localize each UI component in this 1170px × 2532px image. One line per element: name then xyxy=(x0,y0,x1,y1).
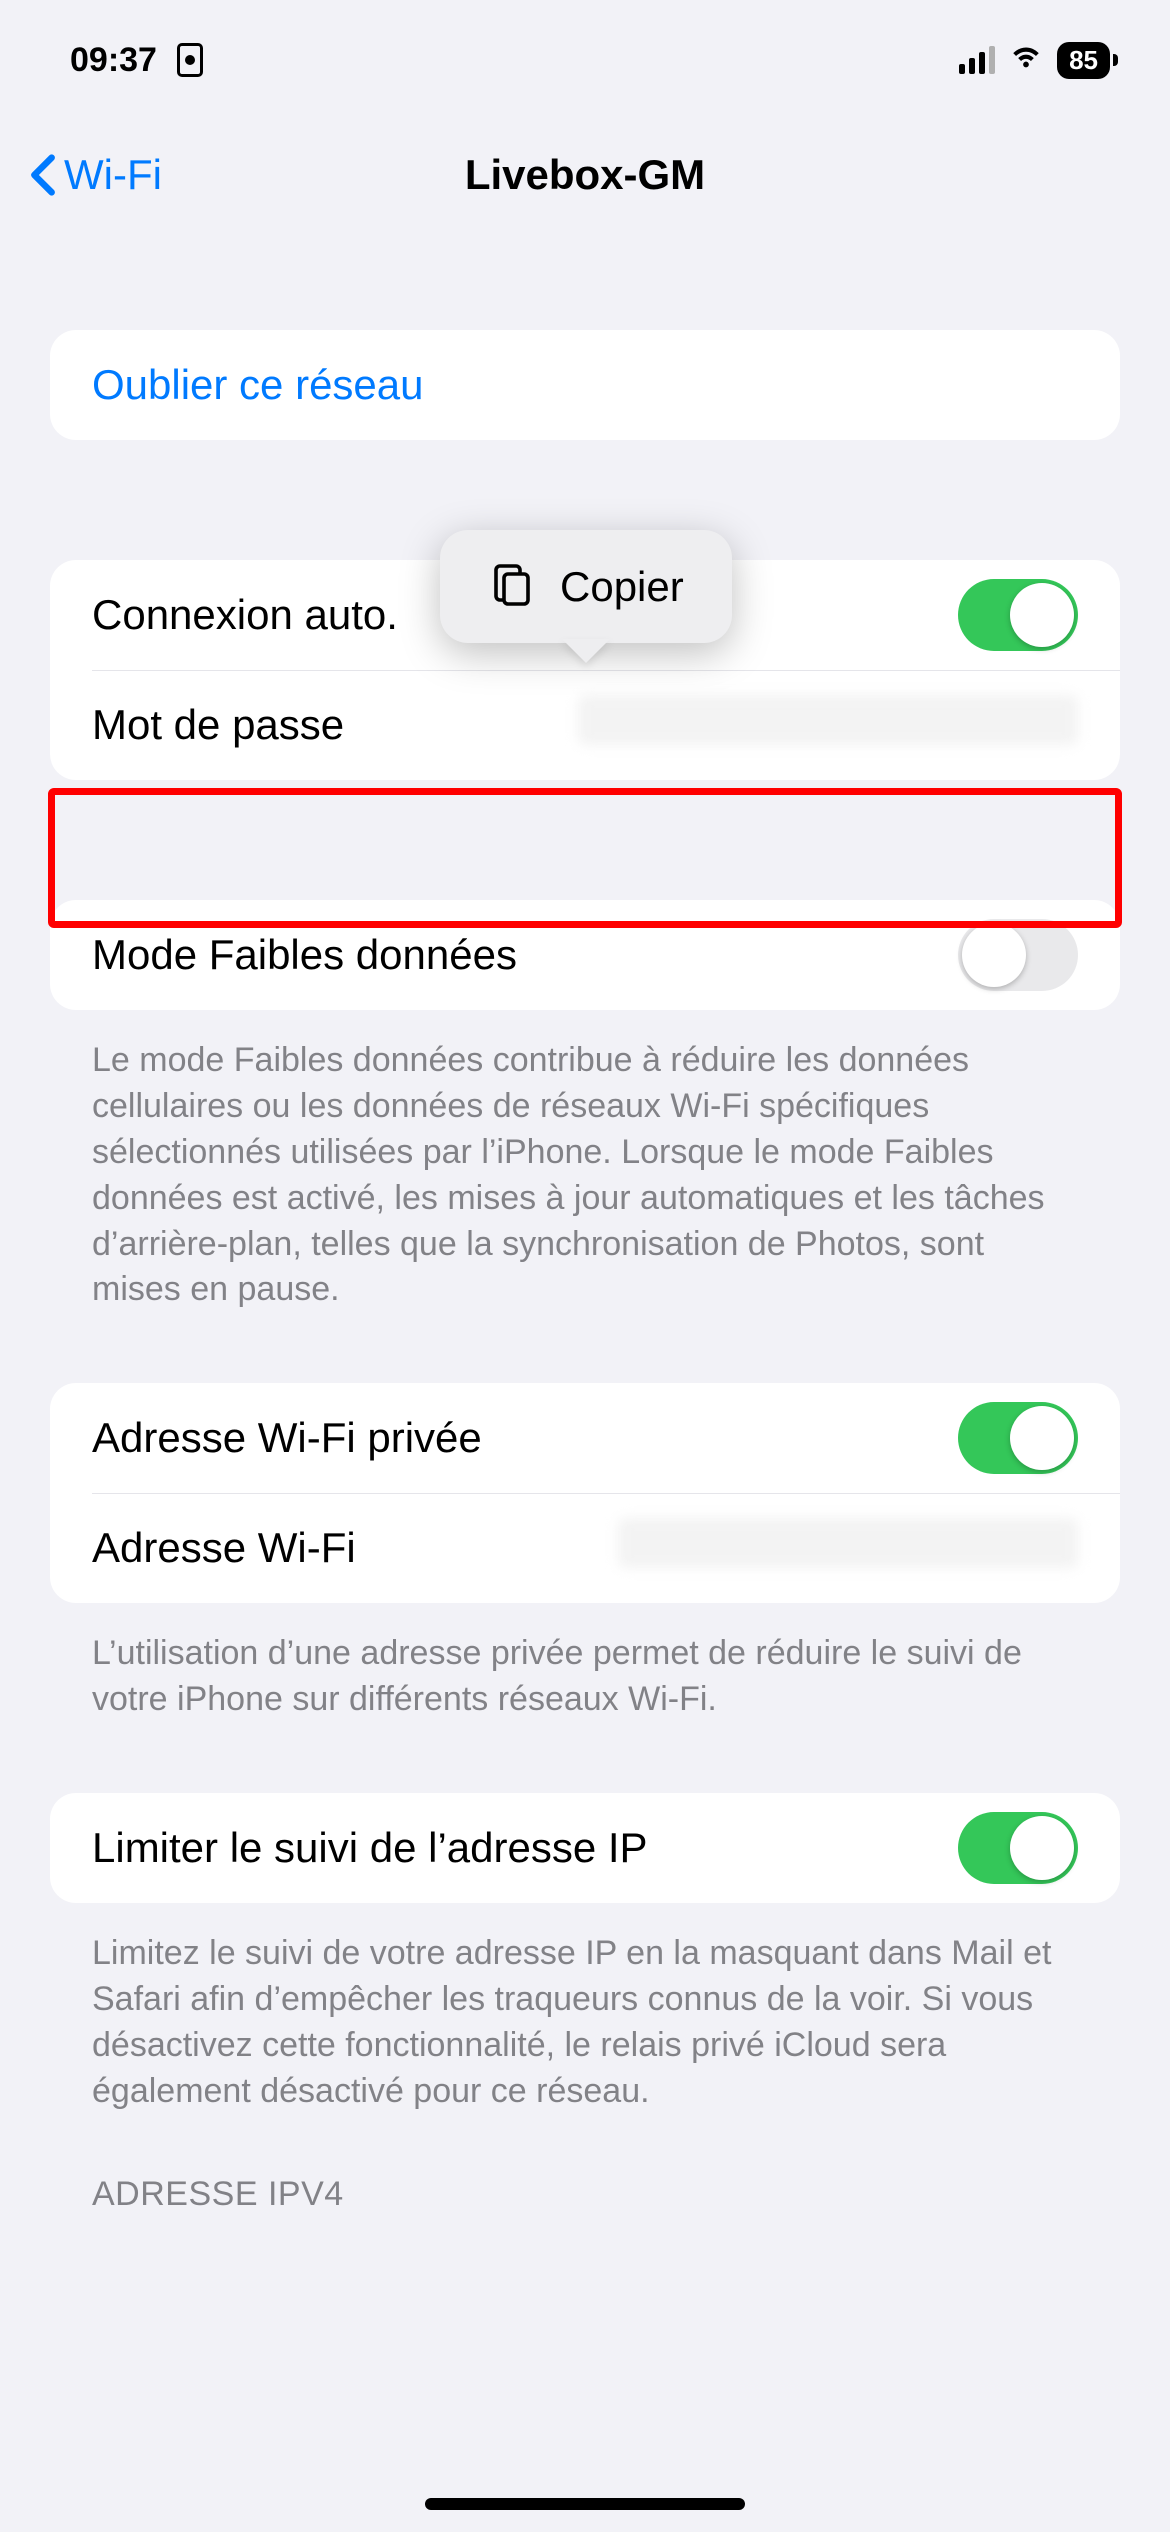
copy-popover[interactable]: Copier xyxy=(440,530,732,643)
private-address-toggle-label: Adresse Wi-Fi privée xyxy=(92,1414,482,1462)
limit-ip-label: Limiter le suivi de l’adresse IP xyxy=(92,1824,648,1872)
low-data-group: Mode Faibles données xyxy=(50,900,1120,1010)
private-address-footer: L’utilisation d’une adresse privée perme… xyxy=(50,1603,1120,1723)
private-address-toggle-row[interactable]: Adresse Wi-Fi privée xyxy=(50,1383,1120,1493)
private-address-group: Adresse Wi-Fi privée Adresse Wi-Fi xyxy=(50,1383,1120,1603)
status-time: 09:37 xyxy=(70,41,157,80)
wifi-address-label: Adresse Wi-Fi xyxy=(92,1524,356,1572)
limit-ip-row[interactable]: Limiter le suivi de l’adresse IP xyxy=(50,1793,1120,1903)
home-indicator[interactable] xyxy=(425,2498,745,2510)
low-data-row[interactable]: Mode Faibles données xyxy=(50,900,1120,1010)
status-bar: 09:37 85 xyxy=(0,0,1170,120)
page-title: Livebox-GM xyxy=(465,151,705,199)
wifi-icon xyxy=(1009,39,1043,82)
limit-ip-group: Limiter le suivi de l’adresse IP xyxy=(50,1793,1120,1903)
status-right: 85 xyxy=(959,39,1110,82)
auto-join-label: Connexion auto. xyxy=(92,591,398,639)
back-label: Wi-Fi xyxy=(64,151,162,199)
nav-bar: Wi-Fi Livebox-GM xyxy=(0,120,1170,230)
cellular-signal-icon xyxy=(959,46,995,74)
limit-ip-toggle[interactable] xyxy=(958,1812,1078,1884)
forget-network-button[interactable]: Oublier ce réseau xyxy=(50,330,1120,440)
battery-icon: 85 xyxy=(1057,42,1110,79)
wifi-address-row[interactable]: Adresse Wi-Fi xyxy=(50,1493,1120,1603)
forget-label: Oublier ce réseau xyxy=(92,361,424,409)
low-data-toggle[interactable] xyxy=(958,919,1078,991)
wifi-address-value xyxy=(356,1518,1078,1578)
low-data-label: Mode Faibles données xyxy=(92,931,517,979)
copy-label: Copier xyxy=(560,563,684,611)
sim-card-icon xyxy=(177,43,203,77)
auto-join-toggle[interactable] xyxy=(958,579,1078,651)
copy-icon xyxy=(488,560,536,613)
password-value xyxy=(344,695,1078,755)
chevron-left-icon xyxy=(30,153,56,197)
private-address-toggle[interactable] xyxy=(958,1402,1078,1474)
status-left: 09:37 xyxy=(70,41,203,80)
forget-group: Oublier ce réseau xyxy=(50,330,1120,440)
ipv4-section-header: ADRESSE IPV4 xyxy=(50,2115,1120,2214)
password-label: Mot de passe xyxy=(92,701,344,749)
limit-ip-footer: Limitez le suivi de votre adresse IP en … xyxy=(50,1903,1120,2115)
low-data-footer: Le mode Faibles données contribue à rédu… xyxy=(50,1010,1120,1313)
back-button[interactable]: Wi-Fi xyxy=(30,151,162,199)
password-row[interactable]: Mot de passe xyxy=(50,670,1120,780)
